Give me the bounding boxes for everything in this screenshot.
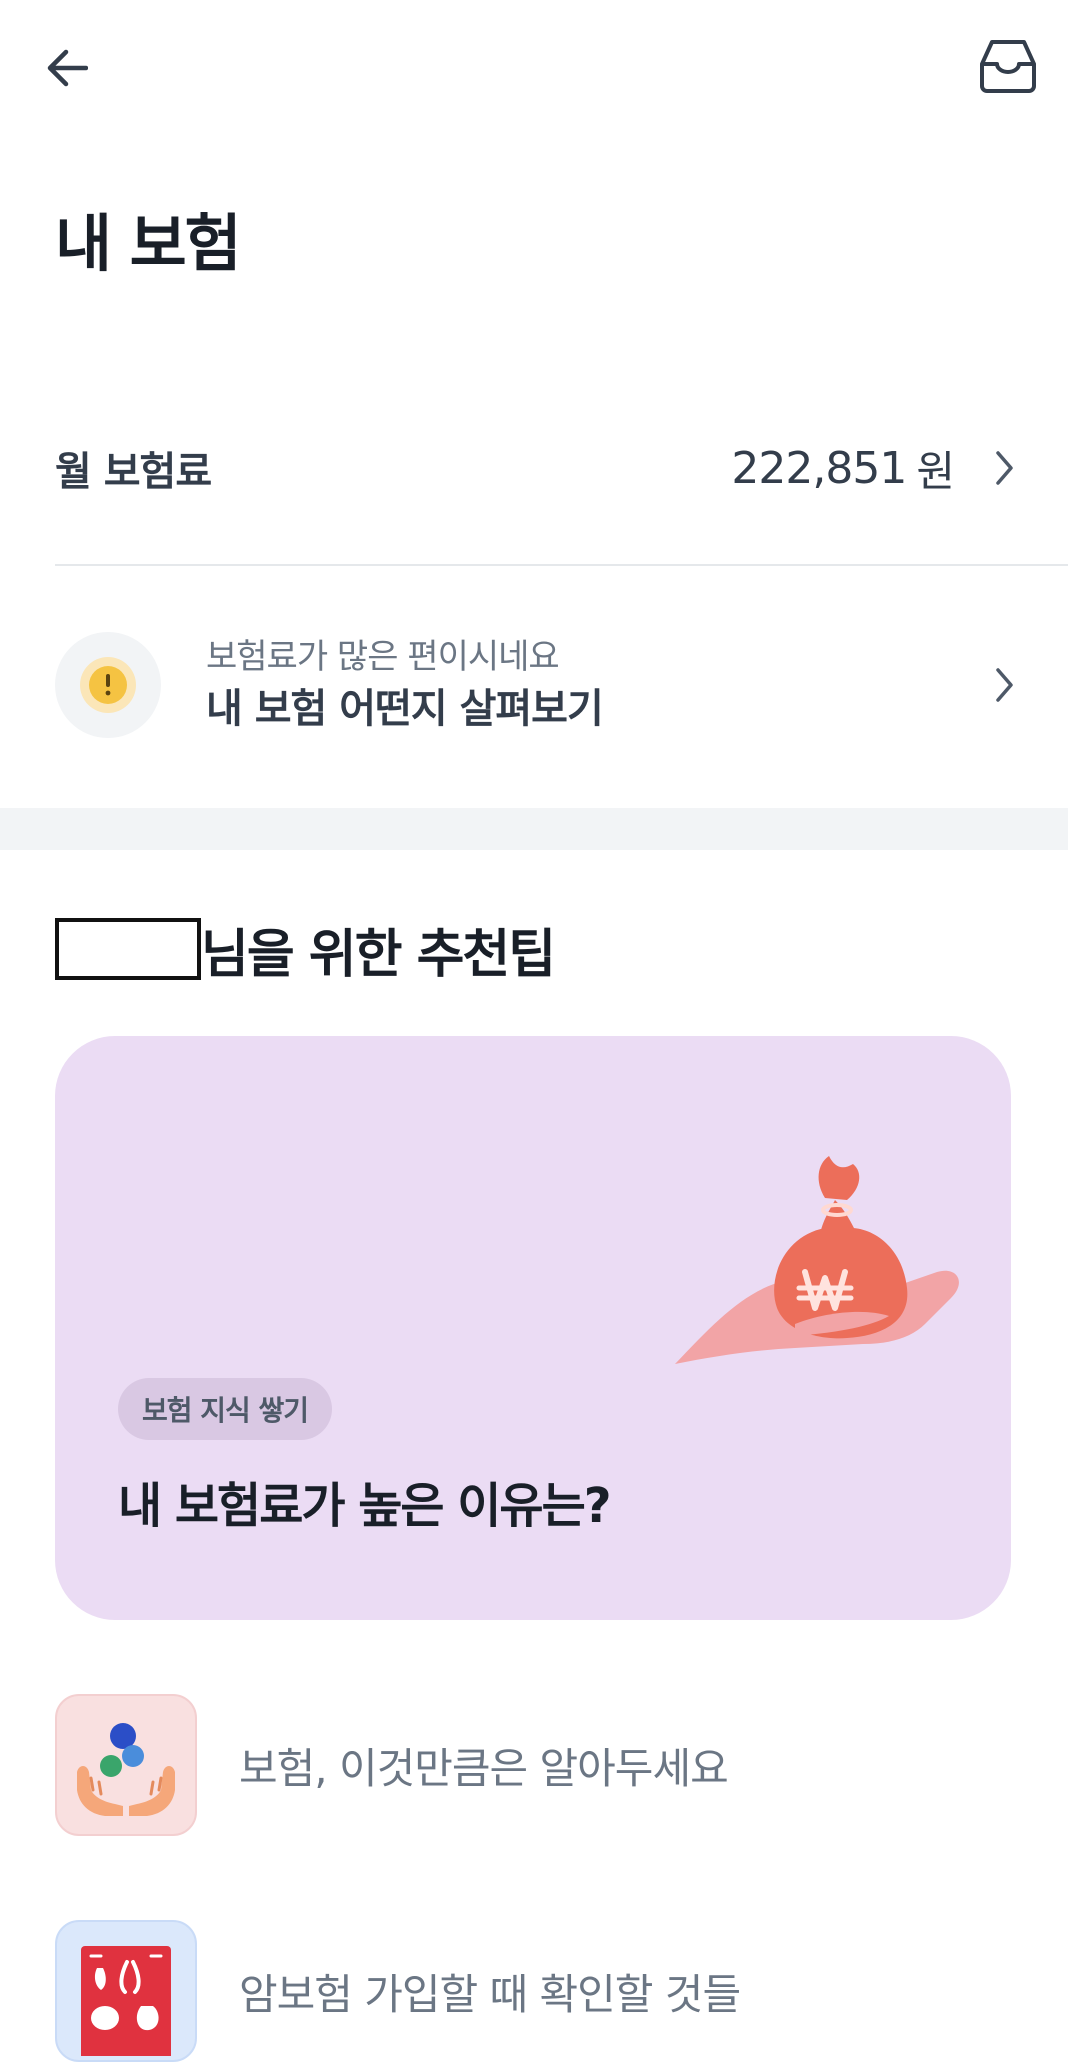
back-button[interactable] <box>38 40 94 96</box>
page-title: 내 보험 <box>55 207 242 280</box>
review-insurance-row[interactable]: 보험료가 많은 편이시네요 내 보험 어떤지 살펴보기 <box>55 630 1015 740</box>
exclamation-icon <box>80 657 136 713</box>
inbox-button[interactable] <box>972 34 1044 98</box>
alert-icon-container <box>55 632 161 738</box>
divider <box>55 564 1068 566</box>
organs-chart-icon <box>81 1946 171 2056</box>
list-item[interactable]: 보험, 이것만큼은 알아두세요 <box>55 1694 1015 1836</box>
chevron-right-icon <box>996 451 1013 485</box>
list-thumb <box>55 1920 197 2062</box>
tip-card[interactable]: 보험 지식 쌓기 내 보험료가 높은 이유는? <box>55 1036 1011 1620</box>
list-item-label: 암보험 가입할 때 확인할 것들 <box>239 1969 741 2019</box>
monthly-premium-row[interactable]: 월 보험료 222,851 원 <box>55 428 1015 508</box>
inbox-tray-icon <box>980 40 1036 93</box>
premium-unit: 원 <box>916 446 955 496</box>
chevron-right-icon <box>996 668 1013 702</box>
premium-label: 월 보험료 <box>55 449 212 495</box>
list-item-label: 보험, 이것만큼은 알아두세요 <box>239 1743 729 1793</box>
list-thumb <box>55 1694 197 1836</box>
list-item[interactable]: 암보험 가입할 때 확인할 것들 <box>55 1920 1015 2062</box>
alert-title: 내 보험 어떤지 살펴보기 <box>206 686 604 732</box>
top-bar <box>0 0 1068 140</box>
alert-subtitle: 보험료가 많은 편이시네요 <box>206 637 560 677</box>
alert-text: 보험료가 많은 편이시네요 내 보험 어떤지 살펴보기 <box>206 633 604 737</box>
hands-balls-icon <box>77 1723 175 1816</box>
tip-badge: 보험 지식 쌓기 <box>118 1378 333 1440</box>
redacted-user-name <box>55 918 201 980</box>
arrow-left-icon <box>47 49 88 87</box>
premium-amount: 222,851 <box>731 442 907 494</box>
recommend-title-text: 님을 위한 추천팁 <box>201 924 556 985</box>
recommend-section-title: 님을 위한 추천팁 <box>55 914 556 985</box>
tip-title: 내 보험료가 높은 이유는? <box>118 1478 612 1534</box>
money-bag-hand-icon <box>675 1156 959 1364</box>
section-separator <box>0 808 1068 850</box>
